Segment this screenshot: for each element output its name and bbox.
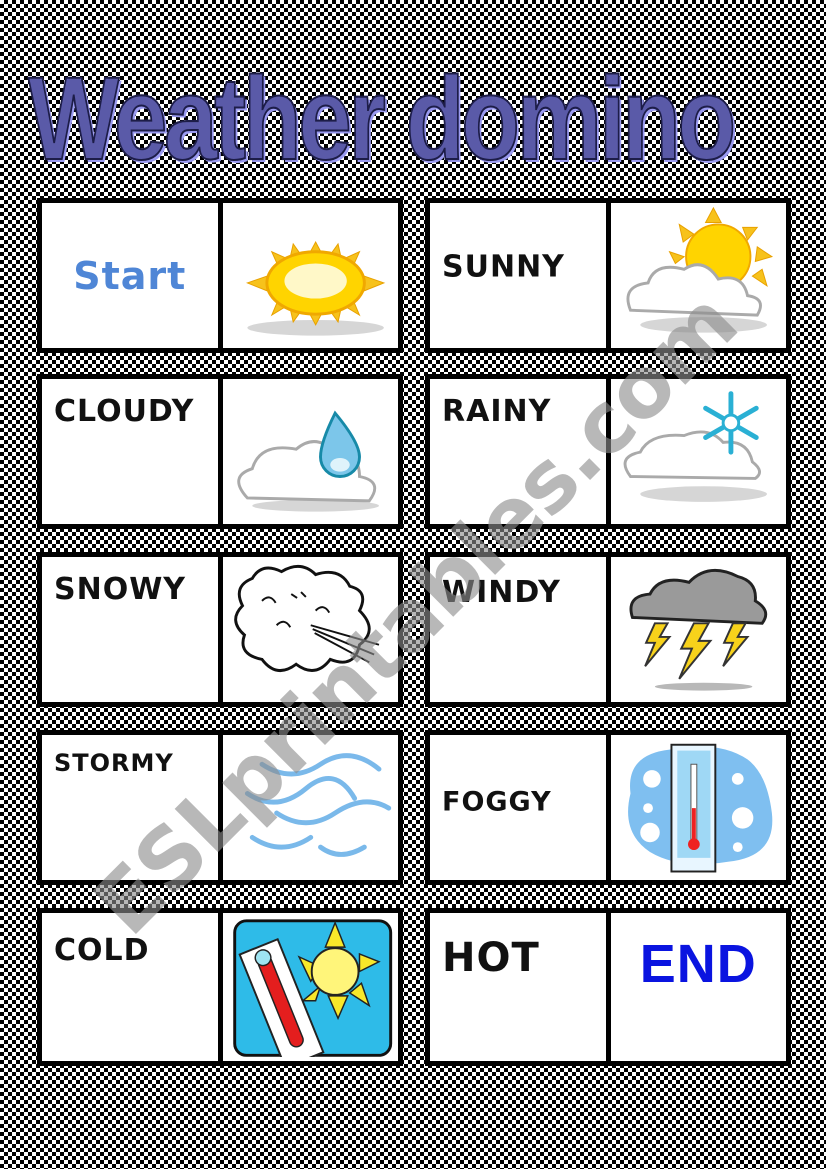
domino-word: WINDY <box>442 575 561 610</box>
domino-word: SUNNY <box>442 249 565 285</box>
domino-card: COLD <box>37 908 403 1066</box>
domino-word: STORMY <box>54 749 174 777</box>
domino-picture-half: END <box>610 913 786 1061</box>
domino-word-half: RAINY <box>430 379 606 524</box>
domino-card: SNOWY <box>37 552 403 707</box>
domino-word-half: FOGGY <box>430 735 606 880</box>
domino-picture-half <box>222 203 398 348</box>
domino-picture-half <box>222 379 398 524</box>
domino-card: FOGGY <box>425 730 791 885</box>
cloud-with-raindrop-icon <box>236 410 379 512</box>
hot-thermometer-sun-icon <box>232 919 392 1058</box>
domino-word-half: HOT <box>430 913 606 1061</box>
domino-word: COLD <box>54 933 150 968</box>
domino-word: HOT <box>442 935 540 981</box>
page-title: Weather domino <box>27 52 737 185</box>
domino-picture-half <box>610 203 786 348</box>
domino-word: FOGGY <box>442 786 552 818</box>
domino-card: STORMY <box>37 730 403 885</box>
start-label: Start <box>73 253 187 298</box>
domino-card: WINDY <box>425 552 791 707</box>
domino-card: HOT END <box>425 908 791 1066</box>
domino-picture-half <box>610 735 786 880</box>
domino-word: SNOWY <box>54 572 187 607</box>
domino-card: CLOUDY <box>37 374 403 529</box>
domino-word: RAINY <box>442 394 552 429</box>
end-label: END <box>639 934 757 994</box>
domino-word-half: WINDY <box>430 557 606 702</box>
domino-word-half: STORMY <box>42 735 218 880</box>
domino-card: SUNNY <box>425 198 791 353</box>
cloud-with-snowflake-icon <box>623 391 767 502</box>
sun-icon <box>245 240 385 336</box>
domino-word: CLOUDY <box>54 394 195 429</box>
domino-word-half: CLOUDY <box>42 379 218 524</box>
domino-word-half: COLD <box>42 913 218 1061</box>
domino-card: RAINY <box>425 374 791 529</box>
domino-picture-half <box>610 379 786 524</box>
fog-wind-waves-icon <box>244 753 391 857</box>
domino-picture-half <box>222 557 398 702</box>
domino-picture-half <box>610 557 786 702</box>
cold-thermometer-snowflakes-icon <box>627 743 772 873</box>
domino-picture-half <box>222 735 398 880</box>
domino-word-half: SUNNY <box>430 203 606 348</box>
wind-blowing-cloud-face-icon <box>233 565 379 672</box>
domino-word-half: Start <box>42 203 218 348</box>
domino-picture-half <box>222 913 398 1061</box>
domino-word-half: SNOWY <box>42 557 218 702</box>
domino-card: Start <box>37 198 403 353</box>
sun-behind-cloud-icon <box>625 206 773 333</box>
thundercloud-lightning-icon <box>629 569 767 691</box>
